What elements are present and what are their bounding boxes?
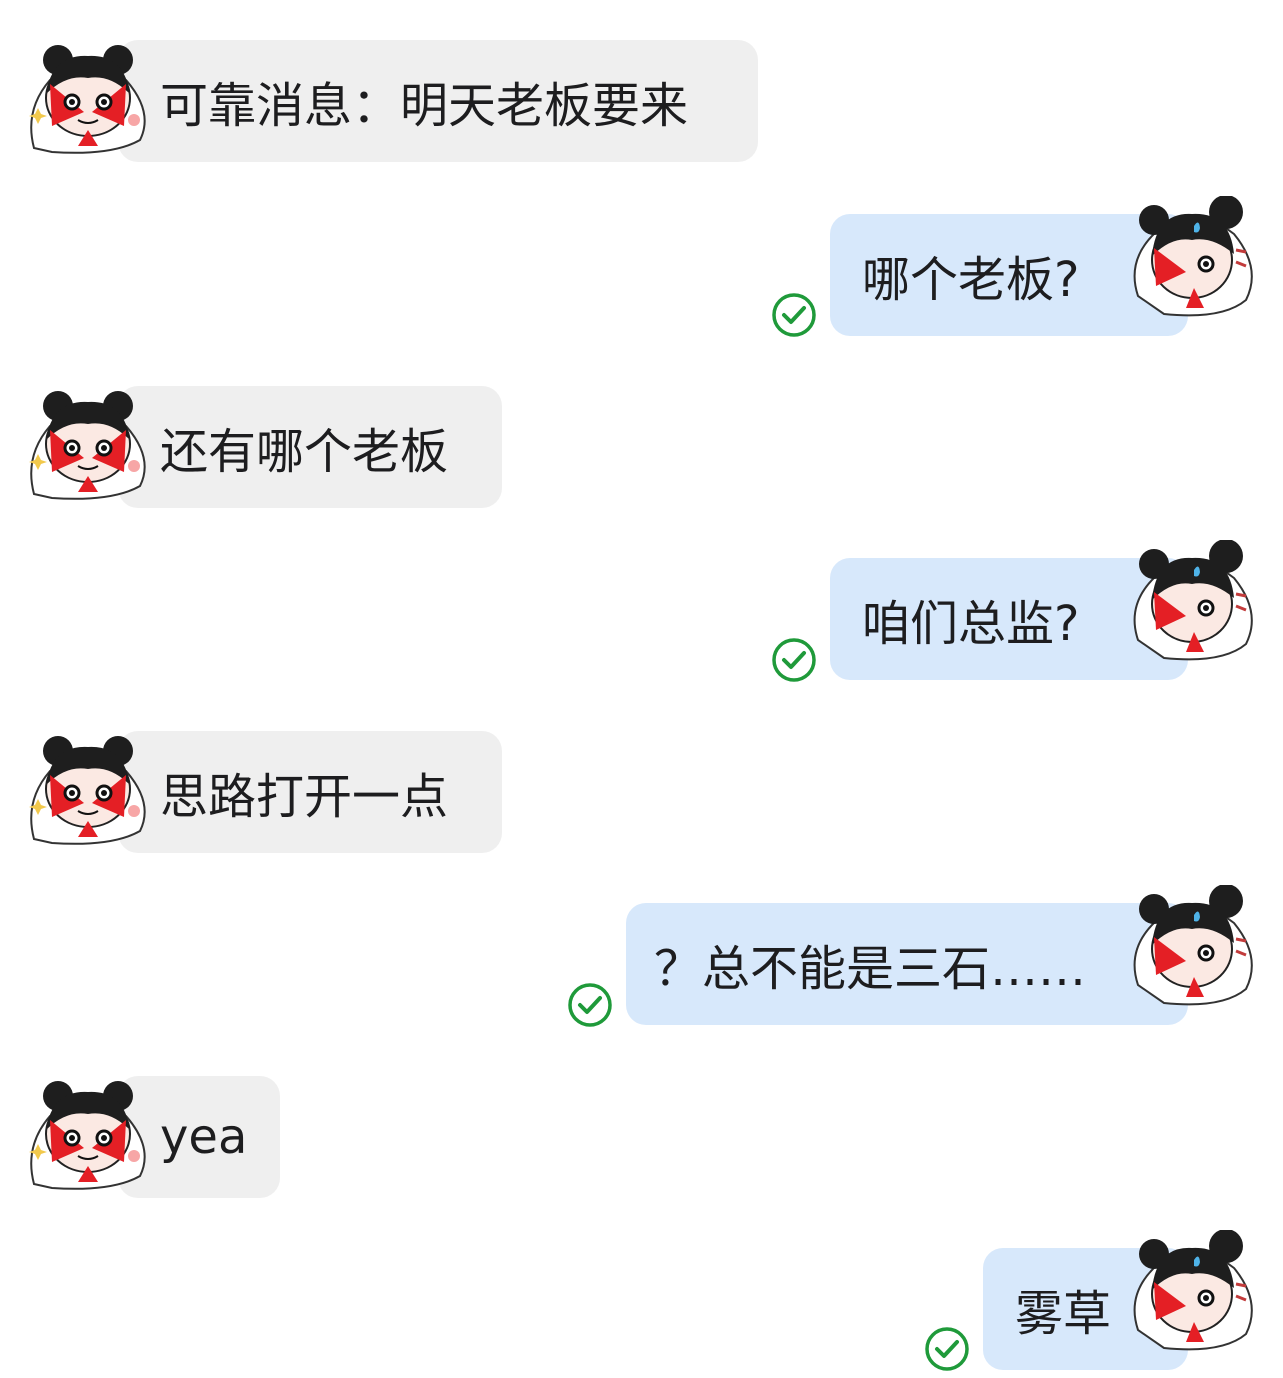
check-circle-icon	[925, 1327, 969, 1371]
message-row: 思路打开一点	[0, 731, 1283, 861]
message-text: 哪个老板?	[862, 252, 1080, 308]
girl-avatar-sparkle-icon[interactable]	[22, 386, 154, 508]
message-text: 咱们总监?	[862, 596, 1080, 652]
check-circle-icon	[772, 638, 816, 682]
girl-avatar-sparkle-icon[interactable]	[22, 731, 154, 853]
check-circle-icon	[772, 293, 816, 337]
message-row: 还有哪个老板	[0, 386, 1283, 516]
message-row: 咱们总监?	[0, 540, 1283, 684]
girl-avatar-sweat-icon[interactable]	[1128, 1230, 1260, 1352]
girl-avatar-sweat-icon[interactable]	[1128, 196, 1260, 318]
message-row: 哪个老板?	[0, 196, 1283, 340]
message-row: 雾草	[0, 1230, 1283, 1374]
message-row: 可靠消息：明天老板要来	[0, 40, 1283, 170]
message-text: yea	[160, 1109, 248, 1165]
message-text: 思路打开一点	[160, 769, 449, 825]
message-text: 还有哪个老板	[160, 424, 449, 480]
message-text: ？总不能是三石……	[654, 941, 1087, 997]
message-text: 可靠消息：明天老板要来	[160, 78, 689, 134]
message-bubble[interactable]: 还有哪个老板	[118, 386, 502, 508]
message-bubble[interactable]: 思路打开一点	[118, 731, 502, 853]
message-row: ？总不能是三石……	[0, 885, 1283, 1029]
message-text: 雾草	[1015, 1286, 1112, 1342]
girl-avatar-sparkle-icon[interactable]	[22, 1076, 154, 1198]
girl-avatar-sweat-icon[interactable]	[1128, 885, 1260, 1007]
check-circle-icon	[568, 983, 612, 1027]
message-bubble[interactable]: ？总不能是三石……	[626, 903, 1188, 1025]
girl-avatar-sweat-icon[interactable]	[1128, 540, 1260, 662]
girl-avatar-sparkle-icon[interactable]	[22, 40, 154, 162]
message-row: yea	[0, 1076, 1283, 1206]
message-bubble[interactable]: 可靠消息：明天老板要来	[118, 40, 758, 162]
